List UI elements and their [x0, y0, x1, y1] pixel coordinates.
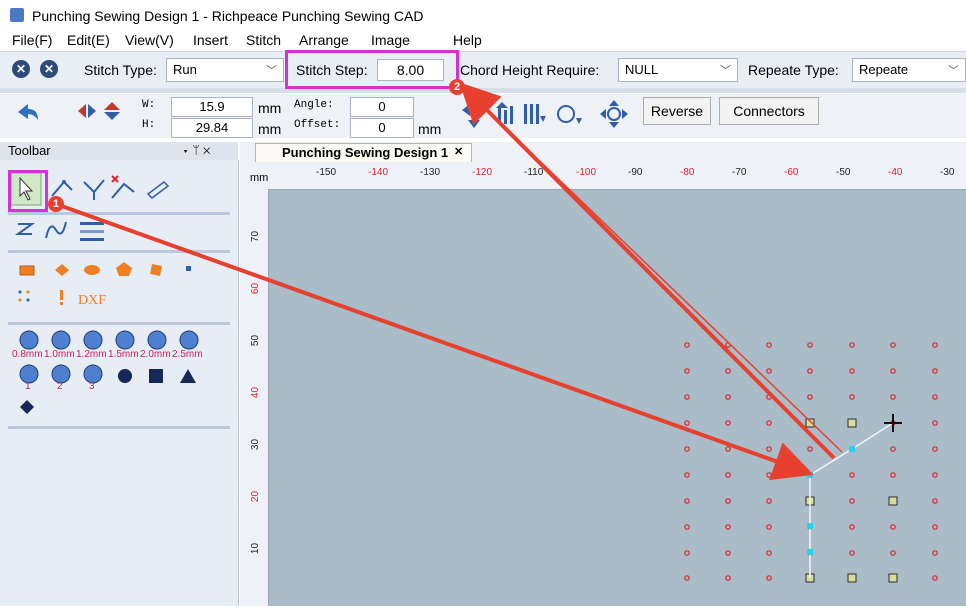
step-badge-1: 1	[48, 196, 64, 212]
step-badge-2: 2	[449, 79, 465, 95]
annotation-arrows	[55, 82, 843, 481]
